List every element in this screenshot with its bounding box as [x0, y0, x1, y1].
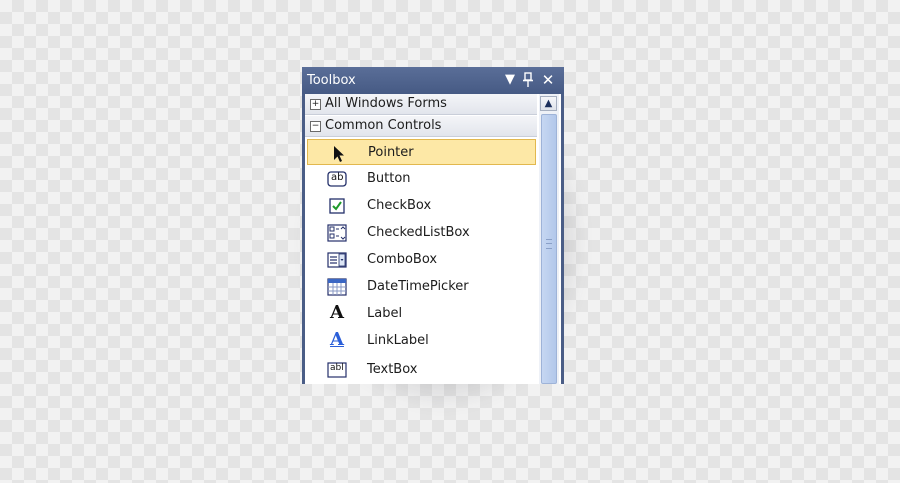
window-position-dropdown-icon[interactable]: ▼	[502, 71, 518, 89]
checkedlistbox-icon	[327, 224, 347, 242]
pointer-icon	[328, 144, 348, 162]
toolbox-item-linklabel[interactable]: A LinkLabel	[307, 328, 536, 354]
group-label: Common Controls	[325, 118, 442, 133]
auto-hide-pin-icon[interactable]	[520, 71, 536, 89]
textbox-icon-text: abl	[330, 363, 344, 373]
toolbox-item-checkedlistbox[interactable]: CheckedListBox	[307, 220, 536, 246]
item-label: CheckedListBox	[367, 225, 470, 240]
item-label: ComboBox	[367, 252, 438, 267]
linklabel-icon-glyph: A	[330, 329, 344, 350]
toolbox-window: Toolbox ▼ ✕ + All Windows Forms − Common…	[302, 67, 564, 384]
button-icon: ab	[327, 170, 347, 188]
group-common-controls[interactable]: − Common Controls	[305, 116, 537, 137]
linklabel-icon: A	[327, 329, 347, 350]
label-icon: A	[327, 302, 347, 323]
toolbox-title: Toolbox	[307, 73, 356, 88]
textbox-icon: abl	[327, 361, 347, 379]
item-label: DateTimePicker	[367, 279, 469, 294]
item-label: Button	[367, 171, 411, 186]
combobox-icon	[327, 251, 347, 269]
toolbox-item-label[interactable]: A Label	[307, 301, 536, 327]
toolbox-content: + All Windows Forms − Common Controls Po…	[305, 94, 561, 384]
toolbox-item-checkbox[interactable]: CheckBox	[307, 193, 536, 219]
toolbox-item-textbox[interactable]: abl TextBox	[307, 357, 536, 383]
item-label: TextBox	[367, 362, 418, 377]
item-label: CheckBox	[367, 198, 432, 213]
scrollbar-grip-icon	[546, 239, 552, 249]
close-icon[interactable]: ✕	[540, 71, 556, 89]
group-all-windows-forms[interactable]: + All Windows Forms	[305, 94, 537, 115]
item-label: LinkLabel	[367, 333, 429, 348]
toolbox-item-pointer[interactable]: Pointer	[307, 139, 536, 165]
toolbox-item-button[interactable]: ab Button	[307, 166, 536, 192]
vertical-scrollbar[interactable]: ▲	[539, 94, 559, 384]
scroll-up-arrow-icon[interactable]: ▲	[540, 96, 557, 111]
group-label: All Windows Forms	[325, 96, 447, 111]
toolbox-item-datetimepicker[interactable]: DateTimePicker	[307, 274, 536, 300]
toolbox-title-bar[interactable]: Toolbox ▼ ✕	[302, 67, 564, 94]
toolbox-item-combobox[interactable]: ComboBox	[307, 247, 536, 273]
scrollbar-thumb[interactable]	[541, 114, 557, 384]
checkbox-icon	[327, 197, 347, 215]
button-icon-text: ab	[331, 172, 344, 183]
expand-icon[interactable]: +	[310, 99, 321, 110]
collapse-icon[interactable]: −	[310, 121, 321, 132]
item-label: Label	[367, 306, 403, 321]
datetimepicker-icon	[327, 278, 347, 296]
item-label: Pointer	[368, 145, 414, 160]
label-icon-glyph: A	[330, 302, 344, 323]
